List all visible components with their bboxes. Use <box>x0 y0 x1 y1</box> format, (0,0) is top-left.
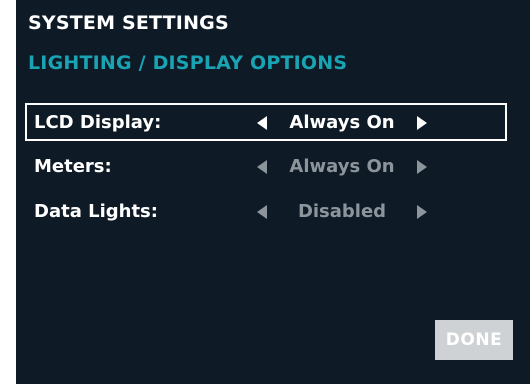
setting-value-lcd-display: Always On <box>289 112 395 133</box>
page-title: SYSTEM SETTINGS <box>28 12 229 34</box>
left-arrow-icon[interactable] <box>257 116 267 130</box>
setting-row-meters[interactable]: Meters: Always On <box>25 147 507 185</box>
setting-value-meters: Always On <box>289 156 395 177</box>
right-arrow-icon[interactable] <box>417 116 427 130</box>
setting-row-lcd-display[interactable]: LCD Display: Always On <box>25 103 507 141</box>
setting-label-data-lights: Data Lights: <box>34 201 158 222</box>
left-arrow-icon[interactable] <box>257 205 267 219</box>
right-arrow-icon[interactable] <box>417 205 427 219</box>
setting-row-data-lights[interactable]: Data Lights: Disabled <box>25 192 507 230</box>
left-arrow-icon[interactable] <box>257 160 267 174</box>
right-arrow-icon[interactable] <box>417 160 427 174</box>
setting-label-meters: Meters: <box>34 156 112 177</box>
page-subtitle: LIGHTING / DISPLAY OPTIONS <box>28 52 348 74</box>
done-button[interactable]: DONE <box>435 320 513 360</box>
setting-label-lcd-display: LCD Display: <box>34 112 162 133</box>
settings-screen: SYSTEM SETTINGS LIGHTING / DISPLAY OPTIO… <box>16 0 530 384</box>
setting-value-data-lights: Disabled <box>297 201 387 222</box>
